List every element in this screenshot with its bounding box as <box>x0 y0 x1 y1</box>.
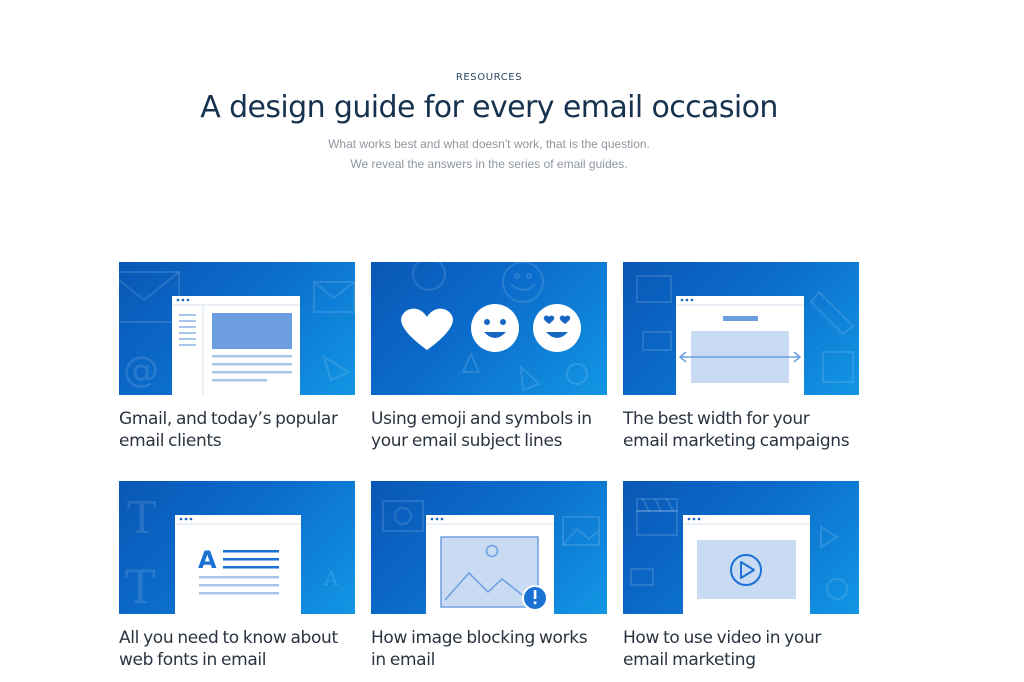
guide-card-title[interactable]: All you need to know about web fonts in … <box>119 627 355 671</box>
guide-card-video[interactable]: How to use video in your email marketing <box>623 481 859 671</box>
guide-card-title[interactable]: Using emoji and symbols in your email su… <box>371 408 607 452</box>
guide-card-title[interactable]: How to use video in your email marketing <box>623 627 859 671</box>
web-font-text-icon: T T A A <box>125 493 339 614</box>
guide-thumbnail[interactable] <box>623 481 859 614</box>
svg-text:A: A <box>323 566 339 590</box>
svg-text:@: @ <box>123 350 159 391</box>
guide-card-title[interactable]: Gmail, and today’s popular email clients <box>119 408 355 452</box>
page-subtitle-line1: What works best and what doesn't work, t… <box>328 137 650 151</box>
svg-text:T: T <box>125 560 156 614</box>
svg-text:T: T <box>127 493 156 544</box>
width-arrows-window-icon <box>636 275 855 395</box>
page-subtitle-line2: We reveal the answers in the series of e… <box>350 157 628 171</box>
guide-thumbnail[interactable] <box>623 262 859 395</box>
section-eyebrow: RESOURCES <box>455 72 523 83</box>
page-title: A design guide for every email occasion <box>200 90 778 125</box>
emoji-heart-smiley-icon <box>401 262 588 392</box>
svg-text:A: A <box>198 546 217 574</box>
guide-thumbnail[interactable] <box>371 262 607 395</box>
blocked-image-icon <box>382 500 600 614</box>
guide-card-title[interactable]: The best width for your email marketing … <box>623 408 859 452</box>
guide-thumbnail[interactable]: @ <box>119 262 355 395</box>
guide-thumbnail[interactable]: T T A A <box>119 481 355 614</box>
guide-card-emoji[interactable]: Using emoji and symbols in your email su… <box>371 262 607 452</box>
guide-card-image-blocking[interactable]: How image blocking works in email <box>371 481 607 671</box>
guide-thumbnail[interactable] <box>371 481 607 614</box>
video-play-icon <box>630 498 848 614</box>
guide-card-gmail[interactable]: @ Gmail, and today’s popular email clien… <box>119 262 355 452</box>
guide-card-title[interactable]: How image blocking works in email <box>371 627 607 671</box>
email-client-window-icon: @ <box>119 271 355 395</box>
guide-card-web-fonts[interactable]: T T A A All you need to know about web f… <box>119 481 355 671</box>
guide-card-width[interactable]: The best width for your email marketing … <box>623 262 859 452</box>
